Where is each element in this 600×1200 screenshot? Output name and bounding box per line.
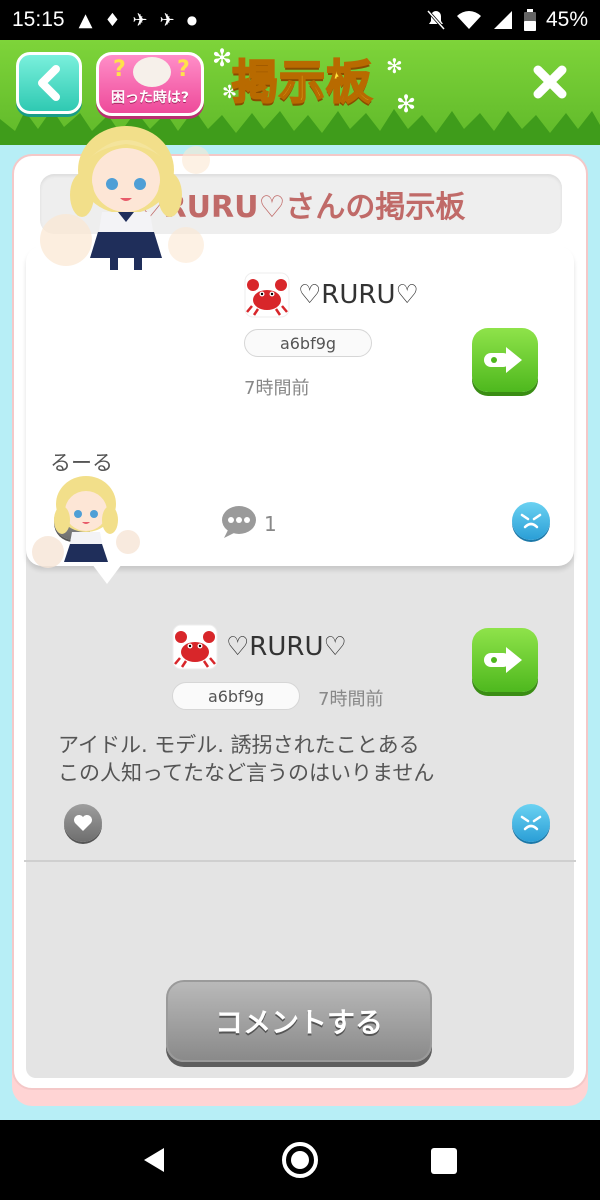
visit-room-button[interactable] bbox=[472, 328, 538, 392]
divider bbox=[24, 860, 576, 862]
flower-icon: ✻ bbox=[386, 54, 403, 78]
system-nav-bar bbox=[0, 1120, 600, 1200]
avatar[interactable] bbox=[36, 100, 214, 276]
page-title: 掲示板 bbox=[231, 54, 373, 110]
notification-icon: ✈ bbox=[159, 9, 175, 31]
clock: 15:15 bbox=[12, 8, 65, 31]
comment-button-label: コメントする bbox=[214, 1006, 383, 1039]
wifi-icon bbox=[456, 11, 481, 29]
post-user-id: a6bf9g bbox=[244, 329, 372, 357]
comment-icon[interactable] bbox=[220, 504, 258, 540]
crab-icon bbox=[172, 624, 218, 670]
like-button[interactable] bbox=[64, 804, 102, 842]
visit-room-button[interactable] bbox=[472, 628, 538, 692]
post-time: 7時間前 bbox=[244, 378, 310, 399]
question-mark-icon: ? bbox=[113, 57, 126, 82]
recent-apps-icon[interactable] bbox=[431, 1148, 457, 1174]
angry-face-icon bbox=[520, 815, 542, 831]
home-icon[interactable] bbox=[282, 1142, 318, 1178]
flower-icon: ✻ bbox=[396, 90, 417, 118]
enter-room-icon bbox=[484, 347, 522, 373]
comment-time: 7時間前 bbox=[318, 689, 384, 710]
close-icon[interactable] bbox=[530, 62, 570, 102]
battery-percent: 45% bbox=[545, 8, 588, 31]
status-bar: 15:15 ▲ ♦ ✈ ✈ ● 45% bbox=[0, 0, 600, 40]
warning-icon: ▲ bbox=[78, 9, 93, 31]
comment-username[interactable]: ♡RURU♡ bbox=[226, 632, 347, 662]
comment-button[interactable]: コメントする bbox=[166, 980, 432, 1062]
crab-icon bbox=[244, 272, 290, 318]
question-mark-icon: ? bbox=[177, 57, 190, 82]
graduation-cap-icon: ♦ bbox=[104, 9, 121, 31]
signal-icon bbox=[493, 11, 512, 29]
dot-icon: ● bbox=[186, 13, 198, 27]
flower-icon: ✻ bbox=[212, 44, 233, 72]
comment-user-id: a6bf9g bbox=[172, 682, 300, 710]
comment-text-line1: アイドル. モデル. 誘拐されたことある bbox=[58, 733, 420, 757]
post-username[interactable]: ♡RURU♡ bbox=[298, 280, 419, 310]
enter-room-icon bbox=[484, 647, 522, 673]
report-button[interactable] bbox=[512, 804, 550, 842]
battery-icon bbox=[523, 9, 536, 31]
comment-count: 1 bbox=[264, 512, 277, 536]
notification-icon: ✈ bbox=[132, 9, 148, 31]
report-button[interactable] bbox=[512, 502, 550, 540]
angry-face-icon bbox=[520, 513, 542, 529]
professor-icon bbox=[133, 57, 171, 87]
back-triangle-icon[interactable] bbox=[142, 1146, 166, 1174]
mute-icon bbox=[426, 10, 446, 30]
chevron-left-icon bbox=[38, 65, 60, 101]
comment-text-line2: この人知ってたなど言うのはいりません bbox=[58, 761, 435, 785]
heart-icon bbox=[74, 815, 92, 831]
comment-avatar[interactable] bbox=[30, 462, 142, 574]
